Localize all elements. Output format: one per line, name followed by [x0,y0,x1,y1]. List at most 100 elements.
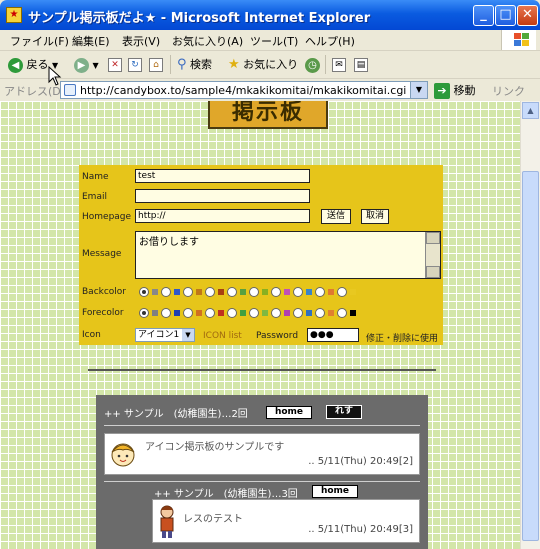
forward-dropdown-icon[interactable]: ▼ [93,61,99,70]
password-note: 修正・削除に使用 [366,334,439,344]
forecolor-radio[interactable] [315,308,325,318]
home-icon: ⌂ [149,58,163,72]
mail-button[interactable]: ✉ [332,54,346,75]
forecolor-radio[interactable] [205,308,215,318]
message-scrollbar[interactable] [425,232,440,278]
forward-button[interactable]: ▶ ▼ [74,54,99,75]
home-link-button[interactable]: home [266,406,312,419]
scroll-up-arrow-icon[interactable]: ▲ [522,102,539,119]
chevron-down-icon[interactable]: ▼ [182,329,194,341]
message-textarea[interactable]: お借りします [135,231,441,279]
forecolor-radio[interactable] [293,308,303,318]
backcolor-swatch [218,289,224,295]
menu-help[interactable]: ヘルプ(H) [305,33,355,49]
character-icon [160,505,174,538]
post-1-date: .. 5/11(Thu) 20:49[2] [308,456,413,467]
divider [88,369,436,371]
forecolor-swatch [196,310,202,316]
forecolor-swatch [306,310,312,316]
name-input[interactable]: test [135,169,310,183]
forward-arrow-icon: ▶ [74,57,89,73]
favorites-button[interactable]: ★ お気に入り [228,54,298,75]
page-content: 掲示板 Name test Email Homepage http:// 送信 … [0,101,520,549]
print-button[interactable]: ▤ [354,54,368,75]
forecolor-swatch [174,310,180,316]
post-1-text: アイコン掲示板のサンプルです [145,442,285,453]
address-bar: アドレス(D) http://candybox.to/sample4/mkaki… [0,79,540,102]
homepage-input[interactable]: http:// [135,209,310,223]
links-toolbar[interactable]: リンク [492,83,525,99]
backcolor-radio[interactable] [337,287,347,297]
thread-rule [104,481,420,482]
submit-button[interactable]: 送信 [321,209,351,224]
go-button[interactable]: ➔ 移動 [434,82,476,99]
title-bar[interactable]: ★ サンプル掲示板だよ★ - Microsoft Internet Explor… [0,0,540,30]
back-label: 戻る [26,58,49,71]
scroll-thumb[interactable] [522,171,539,541]
backcolor-radio[interactable] [249,287,259,297]
password-input[interactable]: ●●● [307,328,359,342]
backcolor-swatch [284,289,290,295]
forecolor-radio[interactable] [271,308,281,318]
backcolor-swatch [196,289,202,295]
backcolor-swatch [306,289,312,295]
forecolor-radio[interactable] [227,308,237,318]
backcolor-radio[interactable] [161,287,171,297]
forecolor-radio[interactable] [249,308,259,318]
menu-file[interactable]: ファイル(F) [10,33,69,49]
icon-list-link[interactable]: ICON list [203,331,242,341]
scroll-down-icon[interactable] [426,266,440,278]
backcolor-radio[interactable] [271,287,281,297]
icon-select[interactable]: アイコン1 ▼ [135,328,195,342]
search-button[interactable]: ⚲ 検索 [177,54,212,75]
page-scrollbar[interactable]: ▲ [520,101,540,549]
menu-edit[interactable]: 編集(E) [72,33,110,49]
backcolor-swatch [328,289,334,295]
forecolor-label: Forecolor [82,308,124,318]
menu-tools[interactable]: ツール(T) [250,33,298,49]
address-dropdown-icon[interactable]: ▼ [410,82,427,98]
name-label: Name [82,172,109,182]
address-input[interactable]: http://candybox.to/sample4/mkakikomitai/… [60,81,428,99]
forecolor-radio[interactable] [161,308,171,318]
cancel-button[interactable]: 取消 [361,209,389,224]
forecolor-swatch [240,310,246,316]
maximize-button[interactable]: □ [495,5,516,26]
history-icon: ◷ [305,57,320,73]
forecolor-swatch [218,310,224,316]
print-icon: ▤ [354,58,368,72]
reply-home-link-button[interactable]: home [312,485,358,498]
reply-header: ++ サンプル (幼稚園生)…3回 [154,489,298,500]
stop-icon: ✕ [108,58,122,72]
email-input[interactable] [135,189,310,203]
forecolor-swatch [350,310,356,316]
backcolor-radio[interactable] [293,287,303,297]
minimize-button[interactable]: _ [473,5,494,26]
menu-view[interactable]: 表示(V) [122,33,160,49]
forecolor-swatch [284,310,290,316]
forecolor-radio[interactable] [139,308,149,318]
post-1: アイコン掲示板のサンプルです .. 5/11(Thu) 20:49[2] [104,433,420,475]
menu-bar: ファイル(F) 編集(E) 表示(V) お気に入り(A) ツール(T) ヘルプ(… [0,30,540,51]
go-arrow-icon: ➔ [434,83,450,99]
forecolor-radio[interactable] [337,308,347,318]
post-2-text: レスのテスト [183,514,243,525]
menu-favorites[interactable]: お気に入り(A) [172,33,243,49]
stop-button[interactable]: ✕ [108,54,122,75]
backcolor-radio[interactable] [227,287,237,297]
home-button[interactable]: ⌂ [149,54,163,75]
backcolor-radio[interactable] [139,287,149,297]
refresh-button[interactable]: ↻ [128,54,142,75]
backcolor-swatch [262,289,268,295]
close-button[interactable]: ✕ [517,5,538,26]
windows-logo-icon [501,30,536,50]
reply-button[interactable]: れす [326,405,362,419]
backcolor-radio[interactable] [315,287,325,297]
page-icon [64,84,76,96]
forecolor-radio[interactable] [183,308,193,318]
backcolor-radio[interactable] [183,287,193,297]
scroll-up-icon[interactable] [426,232,440,244]
thread-header: ++ サンプル (幼稚園生)…2回 [104,409,248,420]
history-button[interactable]: ◷ [305,54,320,75]
backcolor-radio[interactable] [205,287,215,297]
